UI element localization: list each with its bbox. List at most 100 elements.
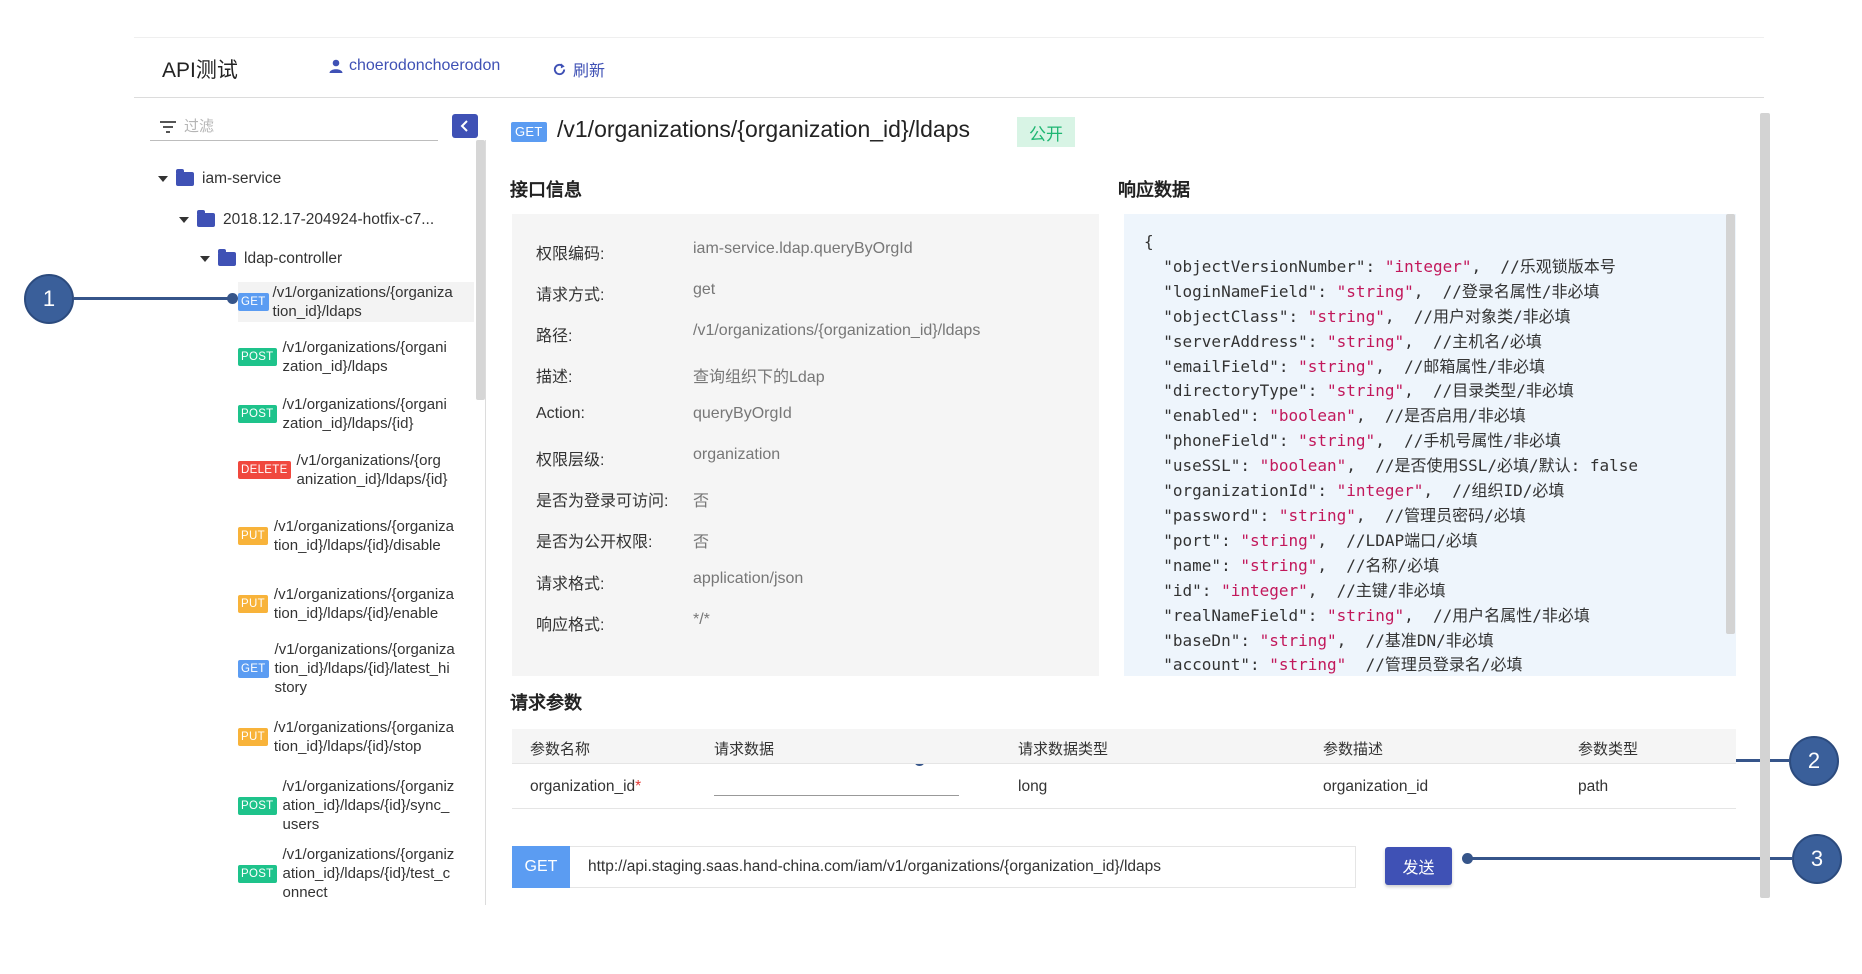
- json-comment: , //邮箱属性/非必填: [1375, 356, 1545, 376]
- json-line: "useSSL": "boolean", //是否使用SSL/必填/默认: fa…: [1144, 454, 1638, 479]
- json-key: "account":: [1144, 655, 1270, 675]
- json-type: "string": [1240, 555, 1318, 575]
- json-key: "port":: [1144, 530, 1241, 550]
- json-comment: , //乐观锁版本号: [1471, 256, 1616, 276]
- sidebar-divider: [485, 140, 486, 905]
- tree-node-label: 2018.12.17-204924-hotfix-c7...: [223, 211, 435, 228]
- method-badge: PUT: [238, 728, 268, 746]
- request-url-bar[interactable]: GET http://api.staging.saas.hand-china.c…: [512, 846, 1356, 888]
- method-badge: POST: [238, 864, 277, 883]
- json-type: "string": [1298, 356, 1376, 376]
- api-item[interactable]: POST /v1/organizations/{organiz ation_id…: [238, 845, 454, 902]
- param-value-input[interactable]: [714, 778, 959, 796]
- json-comment: , //用户名属性/非必填: [1404, 605, 1590, 625]
- callout-1: 1: [24, 274, 74, 324]
- api-item[interactable]: GET /v1/organizations/{organiza tion_id}…: [238, 282, 474, 322]
- callout-dot: [227, 293, 238, 304]
- json-line: "id": "integer", //主键/非必填: [1144, 579, 1638, 604]
- tree-node-label: iam-service: [202, 170, 282, 187]
- column-header: 请求数据: [714, 741, 775, 758]
- json-brace: {: [1144, 232, 1154, 251]
- json-key: "objectVersionNumber":: [1144, 256, 1385, 276]
- user-link[interactable]: choerodonchoerodon: [329, 57, 500, 75]
- api-item[interactable]: PUT /v1/organizations/{organiza tion_id}…: [238, 517, 454, 555]
- json-type: "string": [1269, 655, 1347, 675]
- params-section-title: 请求参数: [510, 693, 582, 713]
- json-line: "realNameField": "string", //用户名属性/非必填: [1144, 604, 1638, 629]
- json-line: "organizationId": "integer", //组织ID/必填: [1144, 479, 1638, 504]
- json-comment: , //登录名属性/非必填: [1413, 281, 1600, 301]
- url-method-badge: GET: [512, 846, 570, 888]
- param-name: organization_id*: [530, 778, 642, 795]
- param-description: organization_id: [1323, 778, 1429, 795]
- api-path: /v1/organizations/{organiz ation_id}/lda…: [282, 846, 455, 901]
- json-key: "name":: [1144, 555, 1241, 575]
- collapse-sidebar-button[interactable]: [452, 114, 478, 138]
- table-row: organization_id* long organization_id pa…: [512, 765, 1736, 809]
- info-row: Action: queryByOrgId: [536, 405, 792, 422]
- json-key: "directoryType":: [1144, 381, 1328, 401]
- refresh-button[interactable]: 刷新: [552, 57, 605, 81]
- json-line: "objectVersionNumber": "integer", //乐观锁版…: [1144, 255, 1638, 280]
- tree-node-controller[interactable]: ldap-controller: [200, 249, 342, 268]
- json-type: "boolean": [1259, 456, 1347, 476]
- api-item[interactable]: DELETE /v1/organizations/{org anization_…: [238, 451, 448, 489]
- tree-node-service[interactable]: iam-service: [158, 169, 282, 188]
- response-scrollbar[interactable]: [1726, 214, 1735, 634]
- param-type: path: [1578, 778, 1609, 795]
- api-path: /v1/organizations/{organi zation_id}/lda…: [282, 339, 447, 375]
- required-mark: *: [635, 778, 642, 795]
- api-item[interactable]: GET /v1/organizations/{organiza tion_id}…: [238, 640, 455, 697]
- caret-down-icon: [158, 176, 168, 182]
- method-badge: PUT: [238, 595, 268, 613]
- json-key: "phoneField":: [1144, 431, 1299, 451]
- json-type: "string": [1240, 530, 1318, 550]
- api-path: /v1/organizations/{organiza tion_id}/lda…: [273, 518, 455, 554]
- main-scrollbar[interactable]: [1760, 113, 1770, 898]
- send-button[interactable]: 发送: [1385, 847, 1452, 885]
- api-item[interactable]: POST /v1/organizations/{organi zation_id…: [238, 338, 447, 376]
- tree-node-version[interactable]: 2018.12.17-204924-hotfix-c7...: [179, 210, 435, 229]
- json-key: "password":: [1144, 505, 1279, 525]
- api-item[interactable]: POST /v1/organizations/{organiz ation_id…: [238, 777, 454, 834]
- json-type: "string": [1336, 281, 1414, 301]
- api-path: /v1/organizations/{organiza tion_id}/lda…: [273, 719, 455, 755]
- json-comment: , //用户对象类/非必填: [1384, 306, 1571, 326]
- json-type: "integer": [1221, 580, 1308, 600]
- json-key: "loginNameField":: [1144, 281, 1337, 301]
- api-path: /v1/organizations/{organiz ation_id}/lda…: [282, 778, 455, 833]
- filter-input[interactable]: [184, 118, 414, 135]
- json-line: "port": "string", //LDAP端口/必填: [1144, 529, 1638, 554]
- callout-2: 2: [1789, 736, 1839, 786]
- json-line: "objectClass": "string", //用户对象类/非必填: [1144, 305, 1638, 330]
- info-row: 权限层级: organization: [536, 446, 781, 469]
- json-line: "name": "string", //名称/必填: [1144, 554, 1638, 579]
- public-tag: 公开: [1017, 117, 1075, 147]
- json-type: "string": [1307, 306, 1385, 326]
- caret-down-icon: [179, 217, 189, 223]
- json-key: "baseDn":: [1144, 630, 1260, 650]
- json-key: "organizationId":: [1144, 481, 1337, 501]
- folder-open-icon: [218, 249, 236, 266]
- json-type: "string": [1327, 381, 1405, 401]
- refresh-label: 刷新: [573, 63, 606, 80]
- method-badge: DELETE: [238, 461, 291, 479]
- method-badge: POST: [238, 405, 277, 423]
- callout-dot: [1462, 853, 1473, 864]
- sidebar-scrollbar[interactable]: [476, 140, 485, 400]
- api-path: /v1/organizations/{organiza tion_id}/lda…: [274, 641, 455, 696]
- api-item[interactable]: PUT /v1/organizations/{organiza tion_id}…: [238, 718, 454, 756]
- json-comment: , //目录类型/非必填: [1404, 381, 1574, 401]
- chevron-left-icon: [460, 120, 468, 132]
- main-method-badge: GET: [511, 122, 547, 142]
- json-comment: , //主键/非必填: [1307, 580, 1446, 600]
- json-line: "password": "string", //管理员密码/必填: [1144, 504, 1638, 529]
- column-header: 参数描述: [1323, 741, 1384, 758]
- json-comment: //管理员登录名/必填: [1346, 655, 1523, 675]
- method-badge: GET: [511, 122, 547, 142]
- info-row: 是否为登录可访问: 否: [536, 493, 710, 510]
- api-item[interactable]: POST /v1/organizations/{organi zation_id…: [238, 395, 447, 433]
- json-comment: , //组织ID/必填: [1423, 481, 1565, 501]
- method-badge: GET: [238, 293, 269, 311]
- api-item[interactable]: PUT /v1/organizations/{organiza tion_id}…: [238, 585, 454, 623]
